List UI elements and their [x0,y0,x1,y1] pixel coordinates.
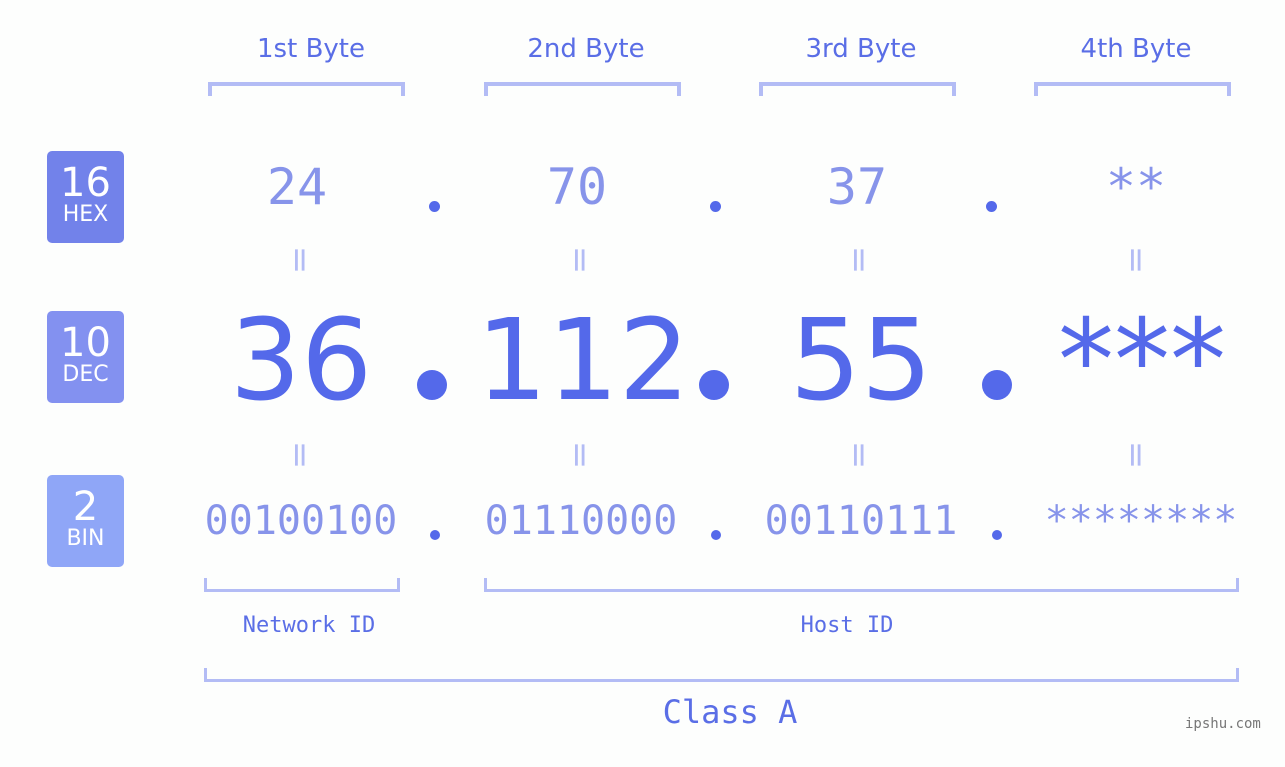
bin-byte-4: ******** [1044,498,1238,544]
network-id-bracket [204,578,400,592]
equals-sign: = [560,440,600,470]
bin-badge-label: BIN [66,526,105,551]
hex-badge-number: 16 [60,160,111,206]
byte-bracket-3 [759,82,956,96]
hex-byte-3: 37 [826,158,888,216]
byte-bracket-2 [484,82,681,96]
byte-header-3: 3rd Byte [805,34,917,64]
host-id-label: Host ID [800,613,894,638]
byte-header-4: 4th Byte [1080,34,1192,64]
bin-byte-2: 01110000 [484,498,678,544]
bin-byte-1: 00100100 [204,498,398,544]
bin-dot-1 [430,530,440,540]
network-id-label: Network ID [242,613,376,638]
hex-dot-3 [986,201,997,212]
dec-byte-4: *** [1058,296,1226,426]
bin-badge-number: 2 [72,484,99,530]
class-label: Class A [662,693,798,731]
dec-dot-2 [699,370,729,400]
hex-dot-1 [429,201,440,212]
equals-sign: = [280,440,320,470]
byte-bracket-4 [1034,82,1231,96]
hex-byte-1: 24 [266,158,328,216]
dec-badge-label: DEC [62,362,109,387]
equals-sign: = [839,440,879,470]
dec-badge: 10 DEC [47,311,124,403]
watermark: ipshu.com [1185,716,1261,732]
byte-header-1: 1st Byte [257,34,365,64]
host-id-bracket [484,578,1239,592]
dec-dot-1 [417,370,447,400]
byte-bracket-1 [208,82,405,96]
bin-dot-3 [992,530,1002,540]
bin-dot-2 [711,530,721,540]
equals-sign: = [1116,245,1156,275]
equals-sign: = [1116,440,1156,470]
hex-badge: 16 HEX [47,151,124,243]
dec-byte-1: 36 [229,296,373,426]
dec-dot-3 [982,370,1012,400]
equals-sign: = [280,245,320,275]
hex-byte-2: 70 [546,158,608,216]
hex-badge-label: HEX [62,202,109,227]
class-bracket [204,668,1239,682]
equals-sign: = [560,245,600,275]
dec-byte-3: 55 [789,296,933,426]
bin-badge: 2 BIN [47,475,124,567]
dec-byte-2: 112 [476,296,690,426]
hex-byte-4: ** [1105,158,1167,216]
bin-byte-3: 00110111 [764,498,958,544]
byte-header-2: 2nd Byte [527,34,645,64]
equals-sign: = [839,245,879,275]
hex-dot-2 [710,201,721,212]
dec-badge-number: 10 [60,320,111,366]
